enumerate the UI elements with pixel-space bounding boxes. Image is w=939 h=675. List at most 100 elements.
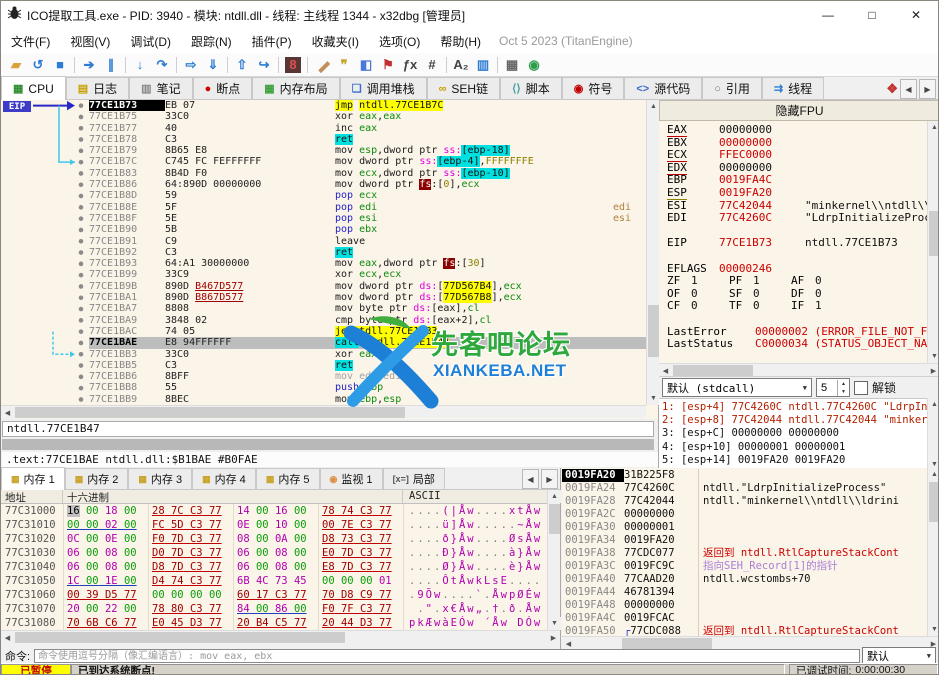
dump-row[interactable]: 77C310200C 00 0E 00F0 7D C3 7708 00 0A 0… bbox=[1, 532, 547, 546]
stack-vscrollbar[interactable]: ▲▼ bbox=[927, 468, 939, 636]
stack-row[interactable]: 0019FA4446781394 bbox=[562, 586, 926, 599]
menu-item[interactable]: 调试(D) bbox=[120, 33, 181, 50]
disasm-row[interactable]: 77CE1B838B4D F0mov ecx,dword ptr ss:[ebp… bbox=[1, 168, 646, 179]
tab-dump-3[interactable]: ▦内存 3 bbox=[128, 468, 192, 489]
dump-hscrollbar[interactable]: ◀▶ bbox=[1, 630, 560, 643]
tab-source[interactable]: <>源代码 bbox=[624, 77, 702, 99]
register-row[interactable] bbox=[667, 351, 927, 363]
menu-item[interactable]: 帮助(H) bbox=[430, 33, 491, 50]
register-row[interactable]: EBX00000000 bbox=[667, 137, 927, 150]
disasm-row[interactable]: 77CE1B8664:890D 00000000mov dword ptr fs… bbox=[1, 179, 646, 190]
disasm-row[interactable]: 77CE1B798B65 E8mov esp,dword ptr ss:[ebp… bbox=[1, 145, 646, 156]
dump-row[interactable]: 77C3106000 39 D5 7700 00 00 0060 17 C3 7… bbox=[1, 588, 547, 602]
disasm-row[interactable]: 77CE1B9364:A1 30000000mov eax,dword ptr … bbox=[1, 258, 646, 269]
stack-row[interactable]: 0019FA3C0019FC9C指向SEH_Record[1]的指针 bbox=[562, 560, 926, 573]
dump-row[interactable]: 77C3108070 6B C6 77E0 45 D3 7720 B4 C5 7… bbox=[1, 616, 547, 630]
tab-script[interactable]: ⟨⟩脚本 bbox=[500, 77, 562, 99]
trace-icon[interactable]: 8 bbox=[285, 57, 301, 73]
dump-row[interactable]: 77C3100016 00 18 0028 7C C3 7714 00 16 0… bbox=[1, 504, 547, 518]
step-into-icon[interactable]: ↓ bbox=[129, 55, 151, 75]
register-row[interactable]: EBP0019FA4C bbox=[667, 174, 927, 187]
restart-icon[interactable]: ↺ bbox=[27, 55, 49, 75]
disasm-row[interactable]: 77CE1B905Bpop ebx bbox=[1, 224, 646, 235]
dump-row[interactable]: 77C3107020 00 22 0078 80 C3 7784 00 86 0… bbox=[1, 602, 547, 616]
command-input[interactable] bbox=[34, 649, 860, 663]
stack-row[interactable]: 0019FA3877CDC077返回到 ntdll.RtlCaptureStac… bbox=[562, 547, 926, 560]
step-over-icon[interactable]: ↷ bbox=[151, 55, 173, 75]
tab-call-stack[interactable]: ❏调用堆栈 bbox=[340, 77, 427, 99]
menu-item[interactable]: 收藏夹(I) bbox=[302, 33, 369, 50]
register-row[interactable]: EIP77CE1B73ntdll.77CE1B73 bbox=[667, 237, 927, 250]
run-icon[interactable]: ➔ bbox=[78, 55, 100, 75]
favourites-icon[interactable]: ⚑ bbox=[377, 55, 399, 75]
menu-item[interactable]: 视图(V) bbox=[60, 33, 120, 50]
disasm-vscrollbar[interactable]: ▲▼ bbox=[646, 100, 659, 405]
tab-seh[interactable]: ∞SEH链 bbox=[427, 77, 501, 99]
dump-vscrollbar[interactable]: ▲▼ bbox=[547, 490, 560, 630]
dump-row[interactable]: 77C3103006 00 08 00D0 7D C3 7706 00 08 0… bbox=[1, 546, 547, 560]
register-row[interactable]: LastStatusC0000034 (STATUS_OBJECT_NAME_N… bbox=[667, 338, 927, 351]
dump-row[interactable]: 77C310501C 00 1E 00D4 74 C3 776B 4C 73 4… bbox=[1, 574, 547, 588]
menu-item[interactable]: 文件(F) bbox=[1, 33, 60, 50]
tab-dump-4[interactable]: ▦内存 4 bbox=[192, 468, 256, 489]
globe-icon[interactable]: ◉ bbox=[523, 55, 545, 75]
detach-icon[interactable]: ❖ bbox=[886, 81, 898, 97]
disasm-row[interactable]: 77CE1B9933C9xor ecx,ecx bbox=[1, 269, 646, 280]
tab-memory-map[interactable]: ▦内存布局 bbox=[252, 77, 339, 99]
register-row[interactable]: CF0TF0IF1 bbox=[667, 300, 927, 313]
disasm-row[interactable]: 77CE1BA78808mov byte ptr ds:[eax],cl bbox=[1, 303, 646, 314]
menu-item[interactable]: 选项(O) bbox=[369, 33, 430, 50]
dump-scroll-left-button[interactable]: ◀ bbox=[522, 469, 539, 489]
register-row[interactable]: ECXFFEC0000 bbox=[667, 149, 927, 162]
argument-row[interactable]: 3: [esp+C] 00000000 00000000 bbox=[662, 427, 927, 440]
stack-row[interactable]: 0019FA4800000000 bbox=[562, 599, 926, 612]
tab-dump-1[interactable]: ▦内存 1 bbox=[1, 467, 65, 490]
argument-row[interactable]: 1: [esp+4] 77C4260C ntdll.77C4260C "Ldrp… bbox=[662, 401, 927, 414]
expression-icon[interactable]: ƒx bbox=[399, 55, 421, 75]
labels-icon[interactable]: ◧ bbox=[355, 55, 377, 75]
disasm-row[interactable]: 77CE1B9B890D B467D577mov dword ptr ds:[7… bbox=[1, 281, 646, 292]
disasm-row[interactable]: 77CE1BAC74 05je ntdll.77CE1BB3 bbox=[1, 326, 646, 337]
pause-icon[interactable]: ∥ bbox=[100, 55, 122, 75]
font-icon[interactable]: A₂ bbox=[450, 55, 472, 75]
calculator-icon[interactable]: ▦ bbox=[501, 55, 523, 75]
disasm-hscrollbar[interactable]: ◀ bbox=[1, 405, 646, 418]
tab-log[interactable]: ▤日志 bbox=[66, 77, 129, 99]
tab-scroll-left-button[interactable]: ◀ bbox=[900, 79, 917, 99]
calling-convention-select[interactable]: 默认 (stdcall)▼ bbox=[662, 378, 812, 397]
attach-icon[interactable]: ▥ bbox=[472, 55, 494, 75]
menu-item[interactable]: 跟踪(N) bbox=[181, 33, 242, 50]
disasm-row[interactable]: 77CE1BB333C0xor eax,eax bbox=[1, 349, 646, 360]
argument-row[interactable]: 2: [esp+8] 77C42044 ntdll.77C42044 "mink… bbox=[662, 414, 927, 427]
arguments-vscrollbar[interactable]: ▲▼ bbox=[927, 398, 939, 471]
stack-row[interactable]: 0019FA50┌77CDC088返回到 ntdll.RtlCaptureSta… bbox=[562, 625, 926, 636]
maximize-button[interactable]: □ bbox=[850, 2, 894, 29]
tab-scroll-right-button[interactable]: ▶ bbox=[919, 79, 936, 99]
stack-row[interactable]: 0019FA2031B225F8 bbox=[562, 469, 926, 482]
argument-row[interactable]: 4: [esp+10] 00000001 00000001 bbox=[662, 441, 927, 454]
tab-locals[interactable]: [x=]局部 bbox=[383, 468, 445, 489]
open-folder-icon[interactable]: ▰ bbox=[5, 55, 27, 75]
disasm-row[interactable]: 77CE1B92C3ret bbox=[1, 247, 646, 258]
disasm-row[interactable]: 77CE1B73EB 07jmp ntdll.77CE1B7C bbox=[1, 100, 646, 111]
disasm-row[interactable]: 77CE1BB5C3ret bbox=[1, 360, 646, 371]
disasm-row[interactable]: 77CE1B7533C0xor eax,eax bbox=[1, 111, 646, 122]
stack-row[interactable]: 0019FA4077CAAD20ntdll.wcstombs+70 bbox=[562, 573, 926, 586]
register-row[interactable]: EAX00000000 bbox=[667, 124, 927, 137]
run-until-icon[interactable]: ⇨ bbox=[180, 55, 202, 75]
run-to-user-code-icon[interactable]: ↪ bbox=[253, 55, 275, 75]
tab-references[interactable]: ○引用 bbox=[702, 77, 762, 99]
tab-cpu[interactable]: ▦CPU bbox=[1, 76, 66, 100]
stop-icon[interactable]: ■ bbox=[49, 55, 71, 75]
execute-till-return-icon[interactable]: ⇧ bbox=[231, 55, 253, 75]
tab-threads[interactable]: ⇉线程 bbox=[762, 77, 824, 99]
disasm-row[interactable]: 77CE1B7CC745 FC FEFFFFFFmov dword ptr ss… bbox=[1, 156, 646, 167]
disasm-row[interactable]: 77CE1B8E5Fpop ediedi bbox=[1, 202, 646, 213]
disasm-row[interactable]: 77CE1B91C9leave bbox=[1, 236, 646, 247]
disasm-row[interactable]: 77CE1BA1890D B867D577mov dword ptr ds:[7… bbox=[1, 292, 646, 303]
dump-row[interactable]: 77C3101000 00 02 00FC 5D C3 770E 00 10 0… bbox=[1, 518, 547, 532]
menu-item[interactable]: 插件(P) bbox=[242, 33, 302, 50]
tab-dump-5[interactable]: ▦内存 5 bbox=[256, 468, 320, 489]
stack-row[interactable]: 0019FA2477C4260Cntdll."LdrpInitializePro… bbox=[562, 482, 926, 495]
register-row[interactable]: EDI77C4260C"LdrpInitializeProcess" bbox=[667, 212, 927, 225]
